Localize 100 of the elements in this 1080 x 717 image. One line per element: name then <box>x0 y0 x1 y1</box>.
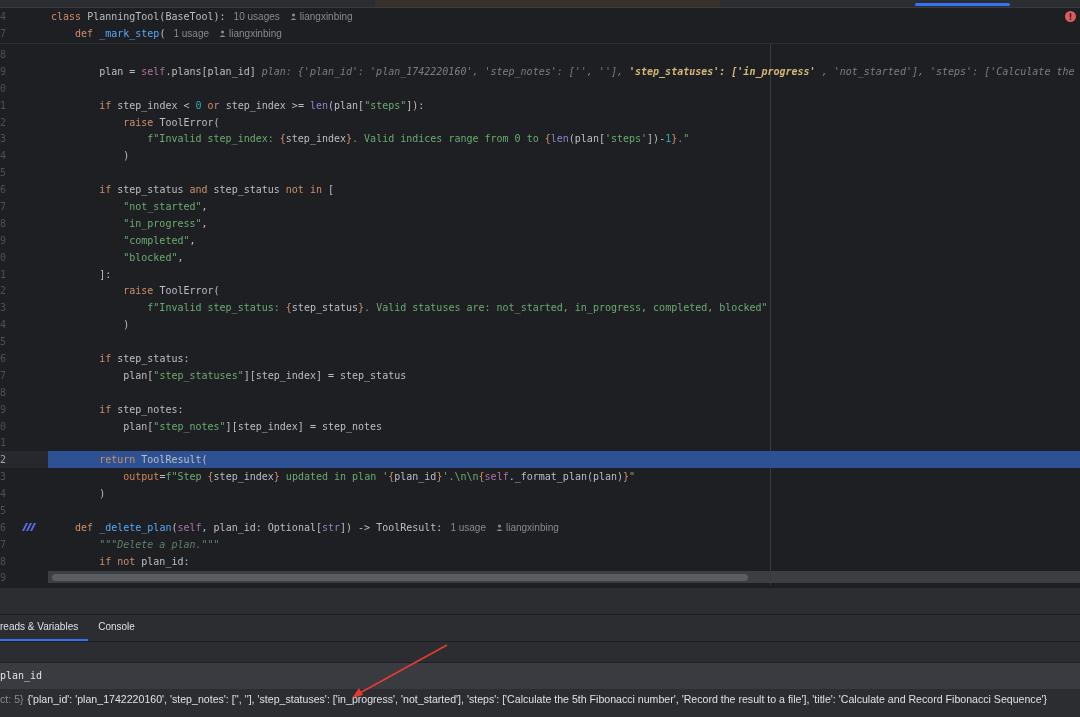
code-token: len <box>550 132 569 147</box>
code-token: not in <box>285 183 323 198</box>
code-token: } <box>436 470 443 485</box>
code-token: plan_id: <box>141 554 190 569</box>
code-token: (plan[ <box>328 98 365 113</box>
code-token: { <box>388 470 395 485</box>
code-token: ToolError( <box>159 115 220 130</box>
code-token: or <box>206 98 221 113</box>
code-token: ToolError( <box>159 284 220 299</box>
inline-value-hint: , 'not_started'], 'steps': ['Calculate the <box>820 64 1075 79</box>
code-token: [ <box>328 183 334 198</box>
person-icon <box>289 13 297 20</box>
code-token: "completed" <box>122 233 190 248</box>
code-token: "blocked" <box>122 250 178 265</box>
code-token: ]) -> ToolResult: <box>340 520 443 535</box>
code-token: { <box>279 132 286 147</box>
code-token: step_notes: <box>117 402 184 417</box>
code-token: , <box>201 199 208 214</box>
error-icon[interactable] <box>1065 11 1076 22</box>
code-token: ( <box>171 520 178 533</box>
code-token: output <box>122 470 160 485</box>
code-token: ." <box>677 132 690 147</box>
code-token: class <box>51 10 83 24</box>
code-token: ) <box>122 318 130 333</box>
author-name: liangxinbing <box>506 520 559 535</box>
code-token: plan_id <box>394 470 437 485</box>
scrollbar-thumb[interactable] <box>52 573 748 581</box>
code-token: plan[ <box>122 419 154 434</box>
usage-count[interactable]: 1 usage <box>165 26 209 41</box>
code-token: . Valid statuses are: not_started, in_progress, completed, blocked" <box>364 301 768 316</box>
usage-count[interactable]: 1 usage <box>442 519 486 535</box>
code-token: , <box>177 250 184 265</box>
code-token: "not_started" <box>122 199 202 214</box>
code-token: { <box>544 132 551 147</box>
code-token: 0 <box>195 98 202 113</box>
code-token: return <box>98 453 137 468</box>
code-token: "step_statuses" <box>153 368 244 383</box>
code-token: step_index <box>285 132 347 147</box>
code-token: step_status: <box>117 351 190 366</box>
code-token: step_index < <box>117 98 191 113</box>
code-token: 1 <box>665 132 672 147</box>
code-token: ToolResult( <box>141 453 208 468</box>
code-token: if <box>98 351 113 366</box>
expression-field[interactable]: plan_id <box>0 662 1080 689</box>
code-token: } <box>623 470 630 485</box>
code-token: """Delete a plan.""" <box>98 537 220 552</box>
code-token: (plan[ <box>568 132 605 147</box>
code-token: PlanningTool(BaseTool): <box>87 10 226 24</box>
code-token: len <box>309 98 328 113</box>
code-token: "in_progress" <box>122 216 202 231</box>
code-token: { <box>285 301 292 316</box>
code-token: _mark_step <box>99 27 160 41</box>
code-token: , <box>201 216 208 231</box>
code-token: } <box>671 132 678 147</box>
code-token: _delete_plan <box>99 520 172 535</box>
code-token: and <box>189 183 209 198</box>
code-token: .plans[plan_id] <box>165 64 256 79</box>
code-token: if not <box>98 554 137 569</box>
code-token: self <box>484 470 509 485</box>
code-token: f"Invalid step_status: <box>146 301 281 316</box>
code-token: ._format_plan(plan) <box>508 470 624 485</box>
inline-value-hint: plan: {'plan_id': 'plan_1742220160', 'step_notes': ['', ''], <box>260 64 624 79</box>
code-token: def <box>74 520 95 535</box>
code-token: ])- <box>647 132 666 147</box>
author-name: liangxinbing <box>299 10 353 24</box>
panel-tab[interactable]: reads & Variables <box>0 614 89 641</box>
horizontal-scrollbar[interactable] <box>48 571 1080 584</box>
code-token: def <box>74 27 95 41</box>
variable-type: ct: 5} <box>0 691 25 707</box>
code-token: } <box>346 132 353 147</box>
line-number: 2 <box>0 453 8 468</box>
code-token: step_status <box>291 301 359 316</box>
code-token: self <box>141 64 166 77</box>
code-token: if <box>98 402 113 417</box>
inline-value-hint: 'step_statuses': ['in_progress' <box>629 64 816 79</box>
variable-value: {'plan_id': 'plan_1742220160', 'step_notes': ['', ''], 'step_statuses': ['in_progress', 'not_started'], 'steps': ['Calculate the 5th Fibonacci number', 'Record the result to a file'], 'title': 'Calculate and Record Fibonacci Sequence'} <box>27 691 1048 707</box>
code-token: "steps" <box>364 98 407 113</box>
usage-count[interactable]: 10 usages <box>225 9 280 24</box>
implementation-marker-icon[interactable] <box>22 523 36 532</box>
code-token: ][step_index] = step_notes <box>225 419 383 434</box>
code-token: updated in plan ' <box>284 470 389 485</box>
code-token: step_index <box>213 470 274 485</box>
code-token: , plan_id: Optional[ <box>201 520 322 535</box>
code-token: plan = <box>98 64 137 79</box>
code-token: = <box>159 470 166 485</box>
code-token: { <box>478 470 485 485</box>
person-icon <box>496 523 503 531</box>
code-token: "step_notes" <box>153 419 226 434</box>
code-token: raise <box>122 284 155 299</box>
code-token: ) <box>122 149 130 164</box>
code-token: str <box>321 520 341 535</box>
code-token: ]): <box>406 98 425 113</box>
code-token: , <box>189 233 196 248</box>
panel-tab[interactable]: Console <box>88 614 145 641</box>
code-token: " <box>629 470 636 485</box>
code-token: 'steps' <box>604 132 648 147</box>
code-token: step_index >= <box>225 98 305 113</box>
code-token: raise <box>122 115 155 130</box>
code-token: ) <box>98 487 106 502</box>
code-token: step_status <box>213 183 281 198</box>
